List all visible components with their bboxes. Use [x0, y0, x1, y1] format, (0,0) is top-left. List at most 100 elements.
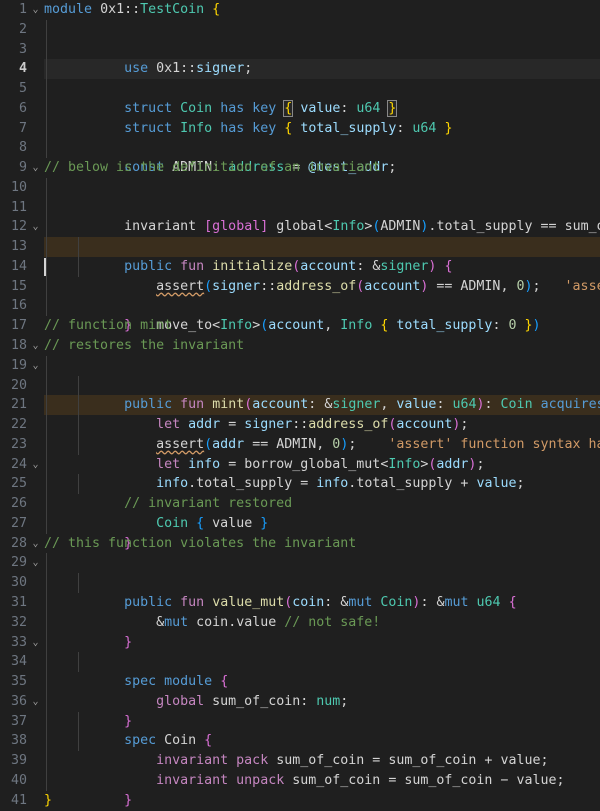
line-number: 39 [0, 751, 27, 771]
fold-chevron-icon[interactable]: ⌄ [27, 553, 44, 573]
indent-guides [44, 296, 600, 316]
code-line[interactable]: 37 invariant pack sum_of_coin = sum_of_c… [0, 712, 600, 732]
code-tokens [92, 79, 100, 99]
code-tokens: let info = borrow_global_mut<Info>(addr)… [92, 455, 484, 475]
line-content[interactable]: public fun mint(account: &signer, value:… [44, 356, 600, 376]
code-tokens: public fun initialize(account: &signer) … [92, 257, 452, 277]
line-content[interactable]: global sum_of_coin: num; [44, 652, 600, 672]
code-tokens [92, 178, 100, 198]
line-number: 14 [0, 257, 27, 277]
code-line[interactable]: 41 } [0, 791, 600, 811]
line-content[interactable]: // below is the definition of an invaria… [44, 158, 600, 178]
fold-chevron-icon[interactable]: ⌄ [27, 633, 44, 653]
fold-chevron-icon[interactable]: ⌄ [27, 158, 44, 178]
line-content[interactable]: use 0x1::signer; [44, 20, 600, 40]
code-line[interactable]: 8 [0, 138, 600, 158]
line-content[interactable]: invariant [global] global<Info>(ADMIN).t… [44, 178, 600, 198]
fold-placeholder [27, 613, 44, 633]
code-line[interactable]: 2 use 0x1::signer; [0, 20, 600, 40]
indent-guides [44, 573, 600, 593]
code-line[interactable]: 33 ⌄ spec module { [0, 633, 600, 653]
code-tokens: assert(signer::address_of(account) == AD… [92, 277, 600, 297]
line-content[interactable]: assert(signer::address_of(account) == AD… [44, 237, 600, 257]
code-line[interactable]: 29 ⌄ public fun value_mut(coin: &mut Coi… [0, 553, 600, 573]
fold-placeholder [27, 376, 44, 396]
line-content[interactable] [44, 296, 600, 316]
code-tokens: invariant pack sum_of_coin = sum_of_coin… [92, 751, 548, 771]
code-comment: // invariant restored [92, 494, 292, 514]
code-comment: // restores the invariant [44, 336, 244, 356]
fold-placeholder [27, 791, 44, 811]
line-content[interactable]: &mut coin.value // not safe! [44, 573, 600, 593]
line-number: 6 [0, 99, 27, 119]
code-tokens: } [92, 791, 132, 811]
code-line-warning[interactable]: 13 assert(signer::address_of(account) ==… [0, 237, 600, 257]
code-tokens: spec module { [92, 672, 228, 692]
fold-chevron-icon[interactable]: ⌄ [27, 217, 44, 237]
fold-placeholder [27, 435, 44, 455]
fold-placeholder [27, 316, 44, 336]
code-line-active[interactable]: 4 struct Coin has key { value: u64 } [0, 59, 600, 79]
code-tokens: let addr = signer::address_of(account); [92, 415, 468, 435]
line-number: 26 [0, 494, 27, 514]
code-line[interactable]: 9 ⌄ // below is the definition of an inv… [0, 158, 600, 178]
line-content[interactable]: struct Info has key { total_supply: u64 … [44, 79, 600, 99]
line-content[interactable]: public fun value_mut(coin: &mut Coin): &… [44, 553, 600, 573]
line-number: 24 [0, 455, 27, 475]
indent-guides [44, 138, 600, 158]
line-number: 37 [0, 712, 27, 732]
indent-guides [44, 178, 600, 198]
code-line[interactable]: 20 let addr = signer::address_of(account… [0, 376, 600, 396]
code-line[interactable]: 1 ⌄ module 0x1::TestCoin { [0, 0, 600, 20]
fold-chevron-icon[interactable]: ⌄ [27, 356, 44, 376]
assert-warning-token[interactable]: assert [156, 437, 204, 452]
code-line[interactable]: 16 [0, 296, 600, 316]
line-number: 38 [0, 731, 27, 751]
code-line[interactable]: 5 struct Info has key { total_supply: u6… [0, 79, 600, 99]
code-editor[interactable]: 1 ⌄ module 0x1::TestCoin { 2 use 0x1::si… [0, 0, 600, 811]
line-number: 8 [0, 138, 27, 158]
line-number: 41 [0, 791, 27, 811]
line-content[interactable]: // this function violates the invariant [44, 534, 600, 554]
line-content[interactable] [44, 198, 600, 218]
code-line[interactable]: 27 [0, 514, 600, 534]
code-tokens: } [92, 633, 132, 653]
code-tokens: module 0x1::TestCoin { [44, 0, 220, 20]
indent-guides [44, 237, 600, 257]
code-line[interactable]: 11 [0, 198, 600, 218]
code-line[interactable]: 26 } [0, 494, 600, 514]
code-line[interactable]: 30 &mut coin.value // not safe! [0, 573, 600, 593]
line-content[interactable]: // restores the invariant [44, 336, 600, 356]
line-number: 16 [0, 296, 27, 316]
line-number: 11 [0, 198, 27, 218]
line-number: 31 [0, 593, 27, 613]
code-line[interactable]: 34 global sum_of_coin: num; [0, 652, 600, 672]
code-tokens: info.total_supply = info.total_supply + … [92, 474, 524, 494]
code-line[interactable]: 3 [0, 40, 600, 60]
line-content[interactable]: module 0x1::TestCoin { [44, 0, 600, 20]
fold-placeholder [27, 672, 44, 692]
code-line[interactable]: 18 ⌄ // restores the invariant [0, 336, 600, 356]
fold-chevron-icon[interactable]: ⌄ [27, 455, 44, 475]
fold-chevron-icon[interactable]: ⌄ [27, 692, 44, 712]
code-tokens: spec Coin { [92, 731, 212, 751]
code-line[interactable]: 19 ⌄ public fun mint(account: &signer, v… [0, 356, 600, 376]
line-content[interactable] [44, 138, 600, 158]
line-number: 36 [0, 692, 27, 712]
code-line[interactable]: 10 invariant [global] global<Info>(ADMIN… [0, 178, 600, 198]
fold-placeholder [27, 652, 44, 672]
fold-chevron-icon[interactable]: ⌄ [27, 336, 44, 356]
fold-chevron-icon[interactable]: ⌄ [27, 0, 44, 20]
code-line[interactable]: 38 invariant unpack sum_of_coin = sum_of… [0, 731, 600, 751]
fold-placeholder [27, 731, 44, 751]
code-tokens: struct Info has key { total_supply: u64 … [92, 119, 452, 139]
fold-chevron-icon[interactable]: ⌄ [27, 534, 44, 554]
line-content[interactable]: let addr = signer::address_of(account); [44, 376, 600, 396]
code-line[interactable]: 35 } [0, 672, 600, 692]
line-content[interactable] [44, 40, 600, 60]
assert-warning-token[interactable]: assert [156, 279, 204, 294]
indent-guides [44, 376, 600, 396]
line-number: 32 [0, 613, 27, 633]
code-line[interactable]: 28 ⌄ // this function violates the invar… [0, 534, 600, 554]
code-comment: // function mint [44, 316, 172, 336]
